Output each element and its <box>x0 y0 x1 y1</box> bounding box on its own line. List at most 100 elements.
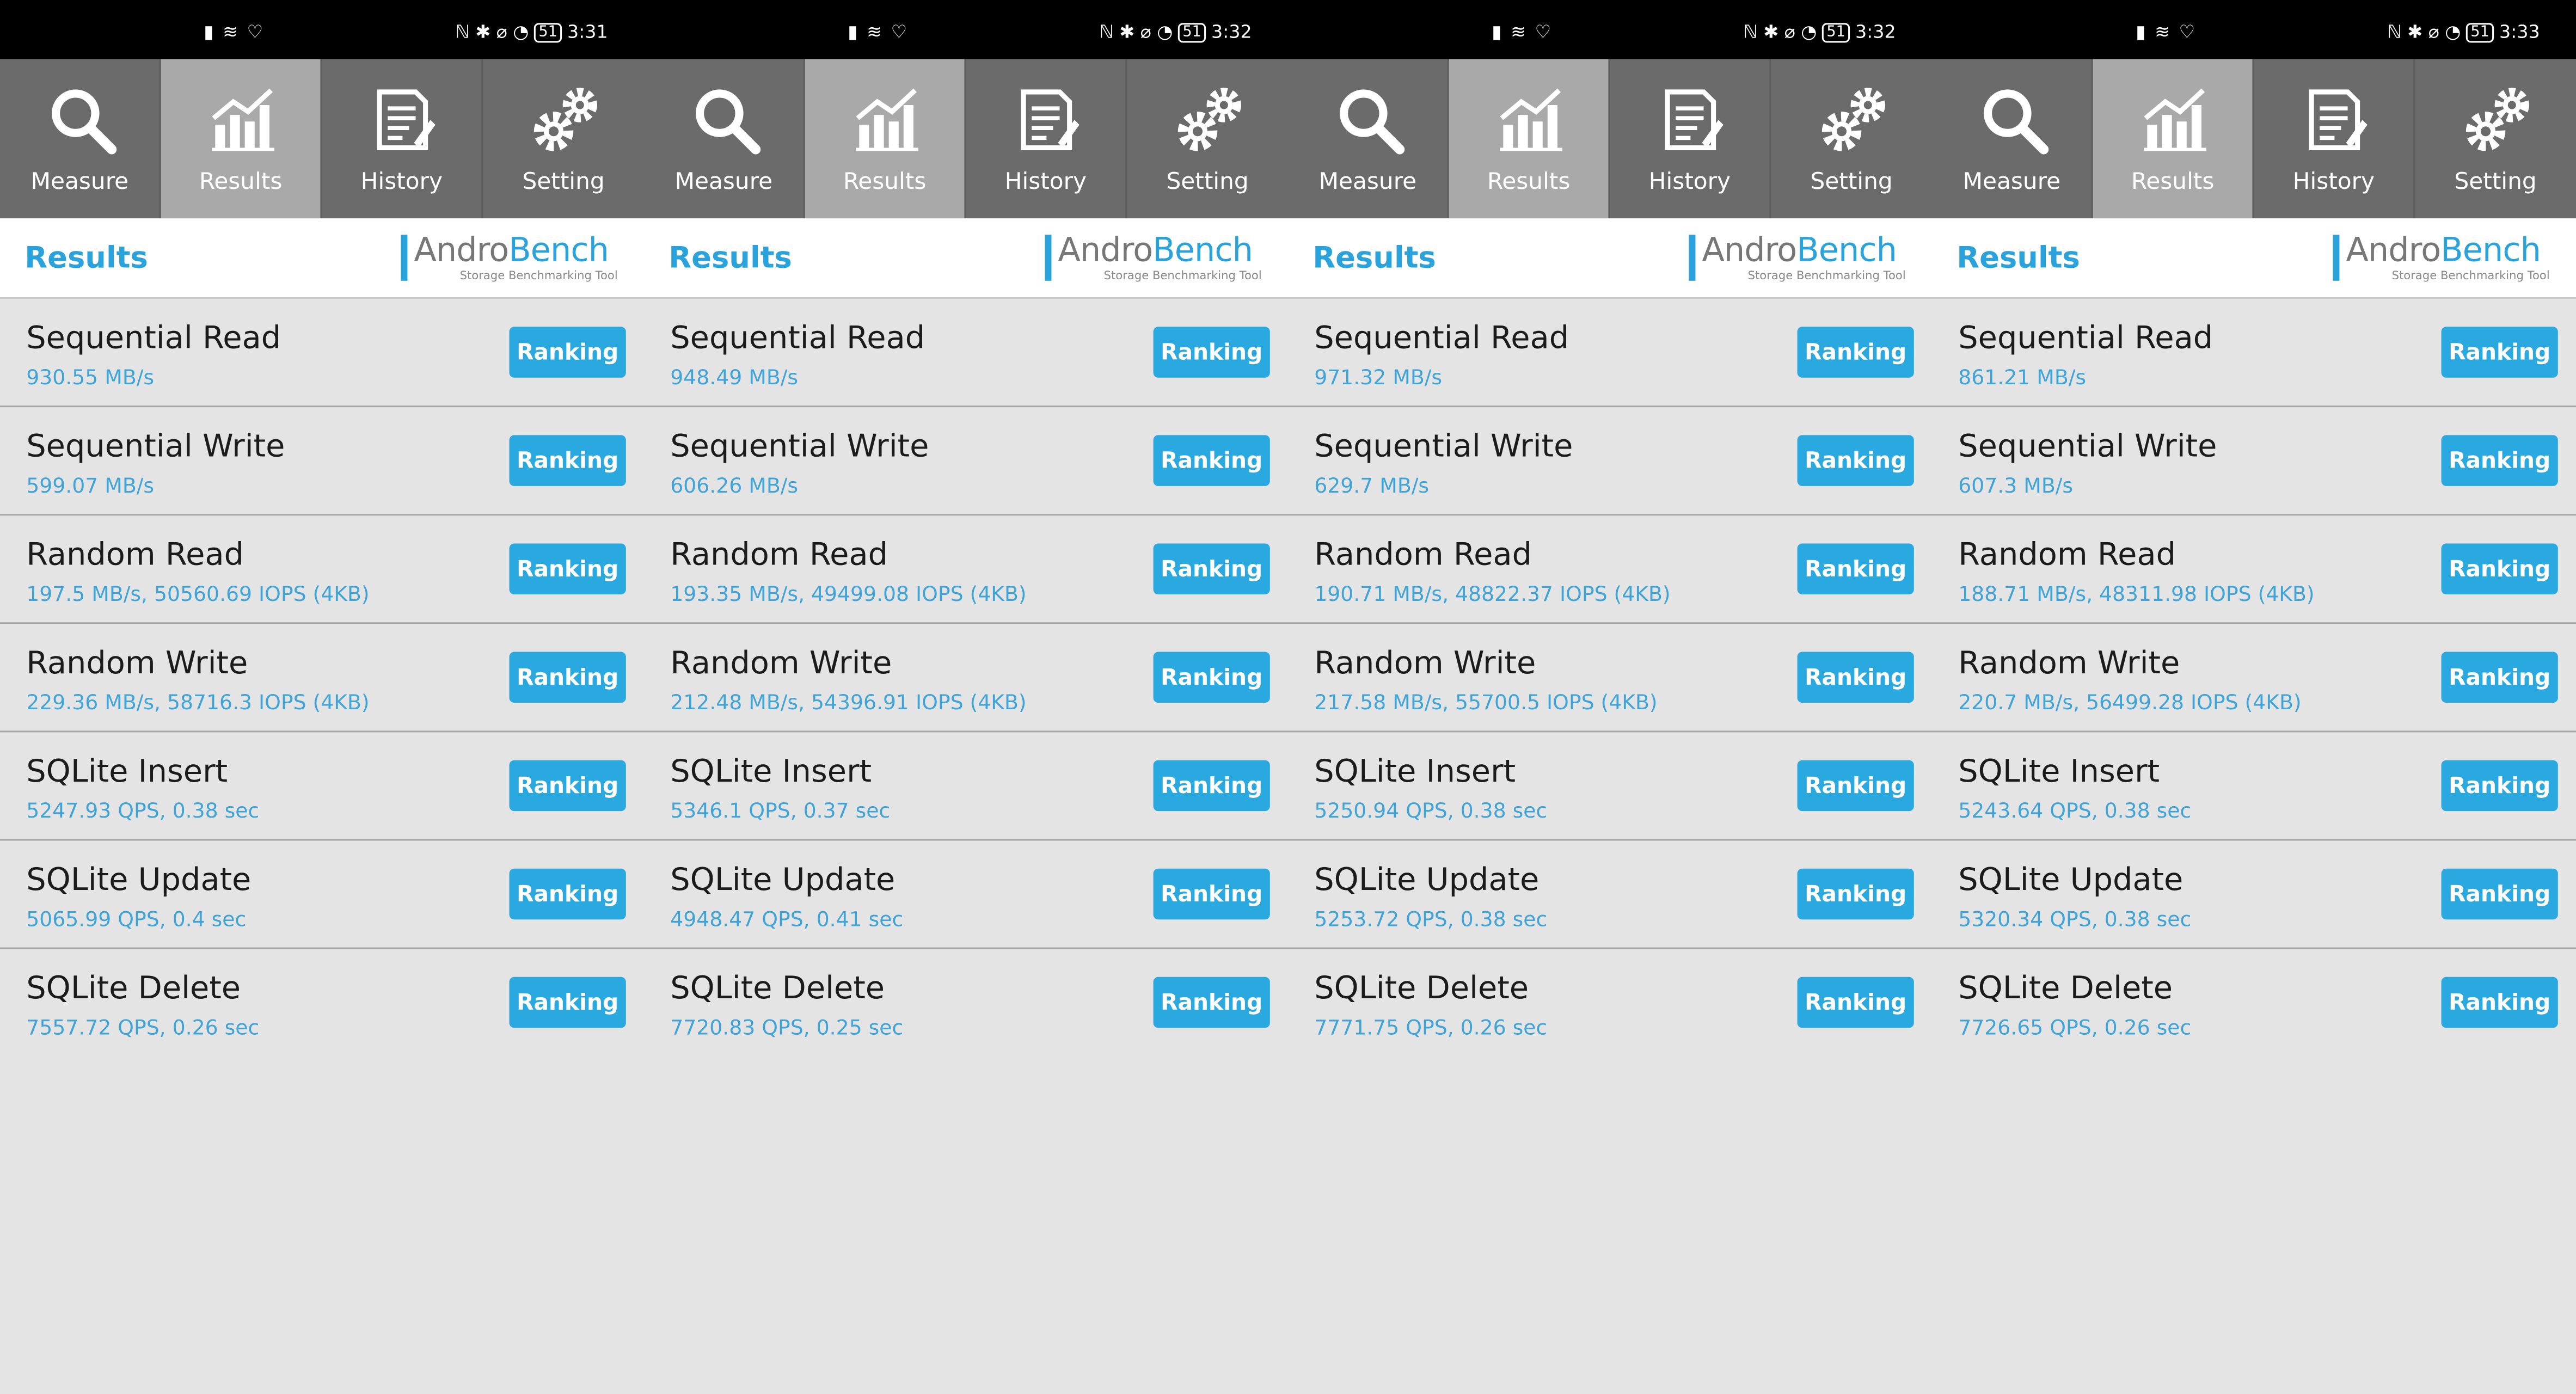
logo-wordmark: AndroBench <box>1058 231 1253 267</box>
ranking-button[interactable]: Ranking <box>509 543 626 594</box>
results-list: Sequential Read 930.55 MB/s Ranking Sequ… <box>0 299 645 1056</box>
ranking-button[interactable]: Ranking <box>509 327 626 378</box>
tab-results[interactable]: Results <box>161 59 322 219</box>
ranking-button[interactable]: Ranking <box>2441 435 2558 486</box>
tab-results[interactable]: Results <box>2093 59 2254 219</box>
result-row-random-read: Random Read 188.71 MB/s, 48311.98 IOPS (… <box>1932 515 2576 624</box>
ranking-button[interactable]: Ranking <box>509 868 626 920</box>
result-row-random-read: Random Read 193.35 MB/s, 49499.08 IOPS (… <box>644 515 1289 624</box>
tab-label: Setting <box>522 169 605 195</box>
logo-tagline: Storage Benchmarking Tool <box>459 269 618 283</box>
phone-screen-3: ▮ ≋ ♡ ℕ ✱ ⌀ ◔ 51 3:32 Measure Results Hi… <box>1288 0 1933 1394</box>
tab-label: Results <box>2131 169 2215 195</box>
result-name: SQLite Insert <box>670 753 872 790</box>
ranking-button[interactable]: Ranking <box>1153 435 1270 486</box>
logo-bar <box>1045 235 1052 281</box>
status-right-icons: ℕ ✱ ⌀ ◔ <box>2387 21 2461 43</box>
tab-history[interactable]: History <box>2254 59 2415 219</box>
gear-icon <box>1821 88 1885 151</box>
ranking-button[interactable]: Ranking <box>2441 543 2558 594</box>
tab-setting[interactable]: Setting <box>1771 59 1932 219</box>
status-time: 3:32 <box>1855 21 1896 43</box>
tab-bar: Measure Results History Setting <box>1288 59 1933 219</box>
ranking-button[interactable]: Ranking <box>509 760 626 812</box>
result-row-sequential-write: Sequential Write 629.7 MB/s Ranking <box>1288 407 1933 516</box>
result-name: SQLite Insert <box>1314 753 1516 790</box>
tab-label: Measure <box>674 169 773 195</box>
result-value: 212.48 MB/s, 54396.91 IOPS (4KB) <box>670 689 1027 715</box>
tab-measure[interactable]: Measure <box>1932 59 2093 219</box>
result-row-sequential-write: Sequential Write 606.26 MB/s Ranking <box>644 407 1289 516</box>
tab-history[interactable]: History <box>1610 59 1771 219</box>
phone-screen-2: ▮ ≋ ♡ ℕ ✱ ⌀ ◔ 51 3:32 Measure Results Hi… <box>644 0 1289 1394</box>
results-header: Results AndroBench Storage Benchmarking … <box>1288 218 1933 299</box>
result-value: 5320.34 QPS, 0.38 sec <box>1958 906 2192 931</box>
result-value: 607.3 MB/s <box>1958 472 2074 498</box>
tab-history[interactable]: History <box>966 59 1127 219</box>
tab-measure[interactable]: Measure <box>0 59 161 219</box>
result-name: SQLite Delete <box>1958 970 2173 1007</box>
logo-andro: Andro <box>1058 230 1154 269</box>
ranking-button[interactable]: Ranking <box>1153 760 1270 812</box>
status-bar: ▮ ≋ ♡ ℕ ✱ ⌀ ◔ 51 3:33 <box>1932 0 2576 59</box>
ranking-button[interactable]: Ranking <box>1153 543 1270 594</box>
result-row-random-write: Random Write 220.7 MB/s, 56499.28 IOPS (… <box>1932 624 2576 733</box>
ranking-button[interactable]: Ranking <box>1153 977 1270 1028</box>
ranking-button[interactable]: Ranking <box>509 652 626 703</box>
ranking-button[interactable]: Ranking <box>2441 652 2558 703</box>
result-row-sqlite-delete: SQLite Delete 7720.83 QPS, 0.25 sec Rank… <box>644 949 1288 1056</box>
ranking-button[interactable]: Ranking <box>2441 868 2558 920</box>
ranking-button[interactable]: Ranking <box>1153 868 1270 920</box>
result-row-sqlite-delete: SQLite Delete 7557.72 QPS, 0.26 sec Rank… <box>0 949 644 1056</box>
result-row-sequential-read: Sequential Read 948.49 MB/s Ranking <box>644 299 1289 408</box>
result-name: SQLite Delete <box>1314 970 1529 1007</box>
status-right-icons: ℕ ✱ ⌀ ◔ <box>1743 21 1817 43</box>
ranking-button[interactable]: Ranking <box>509 435 626 486</box>
result-name: Random Read <box>1958 537 2176 573</box>
result-value: 5250.94 QPS, 0.38 sec <box>1314 798 1548 823</box>
status-time: 3:33 <box>2499 21 2540 43</box>
result-value: 193.35 MB/s, 49499.08 IOPS (4KB) <box>670 581 1027 606</box>
ranking-button[interactable]: Ranking <box>1797 760 1914 812</box>
ranking-button[interactable]: Ranking <box>1797 327 1914 378</box>
ranking-button[interactable]: Ranking <box>1797 435 1914 486</box>
search-icon <box>1340 89 1405 155</box>
tab-setting[interactable]: Setting <box>483 59 644 219</box>
result-name: SQLite Update <box>1958 862 2184 899</box>
ranking-button[interactable]: Ranking <box>1153 327 1270 378</box>
ranking-button[interactable]: Ranking <box>2441 327 2558 378</box>
gear-icon <box>1177 88 1241 151</box>
status-right-icons: ℕ ✱ ⌀ ◔ <box>1099 21 1173 43</box>
status-bar: ▮ ≋ ♡ ℕ ✱ ⌀ ◔ 51 3:32 <box>644 0 1289 59</box>
results-list: Sequential Read 948.49 MB/s Ranking Sequ… <box>644 299 1289 1056</box>
ranking-button[interactable]: Ranking <box>2441 977 2558 1028</box>
tab-results[interactable]: Results <box>1449 59 1610 219</box>
ranking-button[interactable]: Ranking <box>509 977 626 1028</box>
ranking-button[interactable]: Ranking <box>2441 760 2558 812</box>
ranking-button[interactable]: Ranking <box>1153 652 1270 703</box>
tab-measure[interactable]: Measure <box>1288 59 1449 219</box>
ranking-button[interactable]: Ranking <box>1797 652 1914 703</box>
ranking-button[interactable]: Ranking <box>1797 868 1914 920</box>
tab-history[interactable]: History <box>322 59 483 219</box>
tab-setting[interactable]: Setting <box>2415 59 2576 219</box>
result-row-sequential-write: Sequential Write 607.3 MB/s Ranking <box>1932 407 2576 516</box>
tab-bar: Measure Results History Setting <box>0 59 645 219</box>
logo-andro: Andro <box>414 230 510 269</box>
tab-label: Measure <box>1962 169 2061 195</box>
result-row-sqlite-insert: SQLite Insert 5243.64 QPS, 0.38 sec Rank… <box>1932 732 2576 841</box>
tab-measure[interactable]: Measure <box>644 59 805 219</box>
search-icon <box>1984 89 2049 155</box>
phone-screen-4: ▮ ≋ ♡ ℕ ✱ ⌀ ◔ 51 3:33 Measure Results Hi… <box>1932 0 2576 1394</box>
ranking-button[interactable]: Ranking <box>1797 543 1914 594</box>
result-row-sequential-write: Sequential Write 599.07 MB/s Ranking <box>0 407 645 516</box>
gear-icon <box>533 88 597 151</box>
tab-setting[interactable]: Setting <box>1127 59 1288 219</box>
results-list: Sequential Read 861.21 MB/s Ranking Sequ… <box>1932 299 2576 1056</box>
result-row-random-read: Random Read 197.5 MB/s, 50560.69 IOPS (4… <box>0 515 645 624</box>
result-value: 861.21 MB/s <box>1958 364 2087 389</box>
result-name: Sequential Write <box>26 428 285 465</box>
tab-results[interactable]: Results <box>805 59 966 219</box>
result-value: 217.58 MB/s, 55700.5 IOPS (4KB) <box>1314 689 1658 715</box>
ranking-button[interactable]: Ranking <box>1797 977 1914 1028</box>
